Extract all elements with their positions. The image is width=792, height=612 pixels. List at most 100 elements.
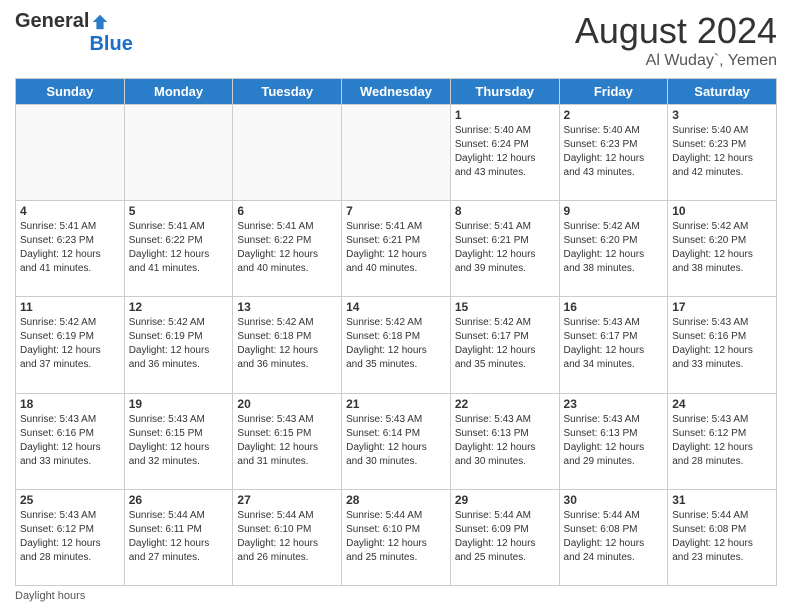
day-number: 3 bbox=[672, 108, 772, 122]
page: General General Blue August 2024 Al Wuda… bbox=[0, 0, 792, 612]
calendar-header-thursday: Thursday bbox=[450, 79, 559, 105]
calendar-cell: 19Sunrise: 5:43 AM Sunset: 6:15 PM Dayli… bbox=[124, 393, 233, 489]
day-info: Sunrise: 5:42 AM Sunset: 6:20 PM Dayligh… bbox=[672, 220, 772, 276]
calendar-cell: 11 Sunrise: 5:42 AM Sunset: 6:19 PM Dayli… bbox=[16, 297, 125, 393]
calendar-cell: 24Sunrise: 5:43 AM Sunset: 6:12 PM Dayli… bbox=[668, 393, 777, 489]
calendar-cell: 31Sunrise: 5:44 AM Sunset: 6:08 PM Dayli… bbox=[668, 489, 777, 585]
day-number: 6 bbox=[237, 204, 337, 218]
day-number: 26 bbox=[129, 493, 229, 507]
day-info: Sunrise: 5:43 AM Sunset: 6:12 PM Dayligh… bbox=[672, 413, 772, 469]
calendar-header-row: SundayMondayTuesdayWednesdayThursdayFrid… bbox=[16, 79, 777, 105]
day-number: 22 bbox=[455, 397, 555, 411]
day-number: 1 bbox=[455, 108, 555, 122]
calendar-cell: 27Sunrise: 5:44 AM Sunset: 6:10 PM Dayli… bbox=[233, 489, 342, 585]
day-number: 25 bbox=[20, 493, 120, 507]
calendar-cell: 15 Sunrise: 5:42 AM Sunset: 6:17 PM Dayli… bbox=[450, 297, 559, 393]
calendar-cell: 20 Sunrise: 5:43 AM Sunset: 6:15 PM Dayli… bbox=[233, 393, 342, 489]
calendar-cell bbox=[124, 105, 233, 201]
calendar-header-friday: Friday bbox=[559, 79, 668, 105]
calendar-header-monday: Monday bbox=[124, 79, 233, 105]
day-number: 5 bbox=[129, 204, 229, 218]
calendar-table: SundayMondayTuesdayWednesdayThursdayFrid… bbox=[15, 78, 777, 586]
day-number: 13 bbox=[237, 300, 337, 314]
day-info: Sunrise: 5:43 AM Sunset: 6:15 PM Dayligh… bbox=[237, 413, 337, 469]
day-number: 20 bbox=[237, 397, 337, 411]
day-info: Sunrise: 5:43 AM Sunset: 6:17 PM Dayligh… bbox=[564, 316, 664, 372]
calendar-cell: 10 Sunrise: 5:42 AM Sunset: 6:20 PM Dayli… bbox=[668, 201, 777, 297]
calendar-week-3: 11 Sunrise: 5:42 AM Sunset: 6:19 PM Dayli… bbox=[16, 297, 777, 393]
day-info: Sunrise: 5:43 AM Sunset: 6:13 PM Dayligh… bbox=[455, 413, 555, 469]
day-number: 4 bbox=[20, 204, 120, 218]
calendar-week-1: 1 Sunrise: 5:40 AM Sunset: 6:24 PM Daylig… bbox=[16, 105, 777, 201]
calendar-cell: 17Sunrise: 5:43 AM Sunset: 6:16 PM Dayli… bbox=[668, 297, 777, 393]
day-number: 30 bbox=[564, 493, 664, 507]
title-area: August 2024 Al Wuday`, Yemen bbox=[575, 10, 777, 70]
calendar-header-saturday: Saturday bbox=[668, 79, 777, 105]
calendar-cell: 21 Sunrise: 5:43 AM Sunset: 6:14 PM Dayli… bbox=[342, 393, 451, 489]
calendar-cell: 13 Sunrise: 5:42 AM Sunset: 6:18 PM Dayli… bbox=[233, 297, 342, 393]
calendar-cell: 7Sunrise: 5:41 AM Sunset: 6:21 PM Daylig… bbox=[342, 201, 451, 297]
day-number: 8 bbox=[455, 204, 555, 218]
day-info: Sunrise: 5:44 AM Sunset: 6:09 PM Dayligh… bbox=[455, 509, 555, 565]
day-number: 14 bbox=[346, 300, 446, 314]
day-info: Sunrise: 5:41 AM Sunset: 6:21 PM Dayligh… bbox=[455, 220, 555, 276]
day-number: 10 bbox=[672, 204, 772, 218]
day-number: 28 bbox=[346, 493, 446, 507]
calendar-cell: 29 Sunrise: 5:44 AM Sunset: 6:09 PM Dayli… bbox=[450, 489, 559, 585]
day-number: 9 bbox=[564, 204, 664, 218]
calendar-cell: 5 Sunrise: 5:41 AM Sunset: 6:22 PM Daylig… bbox=[124, 201, 233, 297]
calendar-cell: 9 Sunrise: 5:42 AM Sunset: 6:20 PM Daylig… bbox=[559, 201, 668, 297]
calendar-cell: 16 Sunrise: 5:43 AM Sunset: 6:17 PM Dayli… bbox=[559, 297, 668, 393]
day-number: 12 bbox=[129, 300, 229, 314]
calendar-header-tuesday: Tuesday bbox=[233, 79, 342, 105]
calendar-header-wednesday: Wednesday bbox=[342, 79, 451, 105]
calendar-cell: 22 Sunrise: 5:43 AM Sunset: 6:13 PM Dayli… bbox=[450, 393, 559, 489]
logo: General General Blue bbox=[15, 10, 133, 56]
calendar-cell: 26Sunrise: 5:44 AM Sunset: 6:11 PM Dayli… bbox=[124, 489, 233, 585]
day-info: Sunrise: 5:43 AM Sunset: 6:12 PM Dayligh… bbox=[20, 509, 120, 565]
logo-general: General bbox=[15, 10, 89, 33]
header: General General Blue August 2024 Al Wuda… bbox=[15, 10, 777, 70]
calendar-cell: 23Sunrise: 5:43 AM Sunset: 6:13 PM Dayli… bbox=[559, 393, 668, 489]
day-info: Sunrise: 5:41 AM Sunset: 6:23 PM Dayligh… bbox=[20, 220, 120, 276]
day-number: 11 bbox=[20, 300, 120, 314]
calendar-cell: 30 Sunrise: 5:44 AM Sunset: 6:08 PM Dayli… bbox=[559, 489, 668, 585]
day-info: Sunrise: 5:43 AM Sunset: 6:16 PM Dayligh… bbox=[20, 413, 120, 469]
day-number: 16 bbox=[564, 300, 664, 314]
day-info: Sunrise: 5:42 AM Sunset: 6:17 PM Dayligh… bbox=[455, 316, 555, 372]
calendar-cell: 28 Sunrise: 5:44 AM Sunset: 6:10 PM Dayli… bbox=[342, 489, 451, 585]
footer-note: Daylight hours bbox=[15, 590, 777, 602]
calendar-week-5: 25 Sunrise: 5:43 AM Sunset: 6:12 PM Dayli… bbox=[16, 489, 777, 585]
day-info: Sunrise: 5:40 AM Sunset: 6:24 PM Dayligh… bbox=[455, 124, 555, 180]
day-info: Sunrise: 5:44 AM Sunset: 6:08 PM Dayligh… bbox=[564, 509, 664, 565]
calendar-week-2: 4 Sunrise: 5:41 AM Sunset: 6:23 PM Daylig… bbox=[16, 201, 777, 297]
calendar-cell: 2Sunrise: 5:40 AM Sunset: 6:23 PM Daylig… bbox=[559, 105, 668, 201]
calendar-cell: 4 Sunrise: 5:41 AM Sunset: 6:23 PM Daylig… bbox=[16, 201, 125, 297]
day-number: 21 bbox=[346, 397, 446, 411]
calendar-cell: 12Sunrise: 5:42 AM Sunset: 6:19 PM Dayli… bbox=[124, 297, 233, 393]
day-info: Sunrise: 5:42 AM Sunset: 6:18 PM Dayligh… bbox=[237, 316, 337, 372]
calendar-cell bbox=[233, 105, 342, 201]
calendar-cell bbox=[342, 105, 451, 201]
day-info: Sunrise: 5:40 AM Sunset: 6:23 PM Dayligh… bbox=[672, 124, 772, 180]
day-info: Sunrise: 5:40 AM Sunset: 6:23 PM Dayligh… bbox=[564, 124, 664, 180]
day-number: 15 bbox=[455, 300, 555, 314]
location-title: Al Wuday`, Yemen bbox=[575, 52, 777, 70]
day-info: Sunrise: 5:41 AM Sunset: 6:22 PM Dayligh… bbox=[237, 220, 337, 276]
day-info: Sunrise: 5:43 AM Sunset: 6:14 PM Dayligh… bbox=[346, 413, 446, 469]
calendar-week-4: 18Sunrise: 5:43 AM Sunset: 6:16 PM Dayli… bbox=[16, 393, 777, 489]
calendar-cell: 18Sunrise: 5:43 AM Sunset: 6:16 PM Dayli… bbox=[16, 393, 125, 489]
day-info: Sunrise: 5:43 AM Sunset: 6:15 PM Dayligh… bbox=[129, 413, 229, 469]
day-info: Sunrise: 5:42 AM Sunset: 6:19 PM Dayligh… bbox=[20, 316, 120, 372]
day-info: Sunrise: 5:41 AM Sunset: 6:22 PM Dayligh… bbox=[129, 220, 229, 276]
day-number: 29 bbox=[455, 493, 555, 507]
day-info: Sunrise: 5:42 AM Sunset: 6:18 PM Dayligh… bbox=[346, 316, 446, 372]
day-info: Sunrise: 5:42 AM Sunset: 6:20 PM Dayligh… bbox=[564, 220, 664, 276]
day-info: Sunrise: 5:44 AM Sunset: 6:10 PM Dayligh… bbox=[346, 509, 446, 565]
calendar-cell: 1 Sunrise: 5:40 AM Sunset: 6:24 PM Daylig… bbox=[450, 105, 559, 201]
calendar-cell: 8 Sunrise: 5:41 AM Sunset: 6:21 PM Daylig… bbox=[450, 201, 559, 297]
calendar-cell: 6 Sunrise: 5:41 AM Sunset: 6:22 PM Daylig… bbox=[233, 201, 342, 297]
calendar-cell: 25 Sunrise: 5:43 AM Sunset: 6:12 PM Dayli… bbox=[16, 489, 125, 585]
calendar-cell bbox=[16, 105, 125, 201]
calendar-cell: 14 Sunrise: 5:42 AM Sunset: 6:18 PM Dayli… bbox=[342, 297, 451, 393]
